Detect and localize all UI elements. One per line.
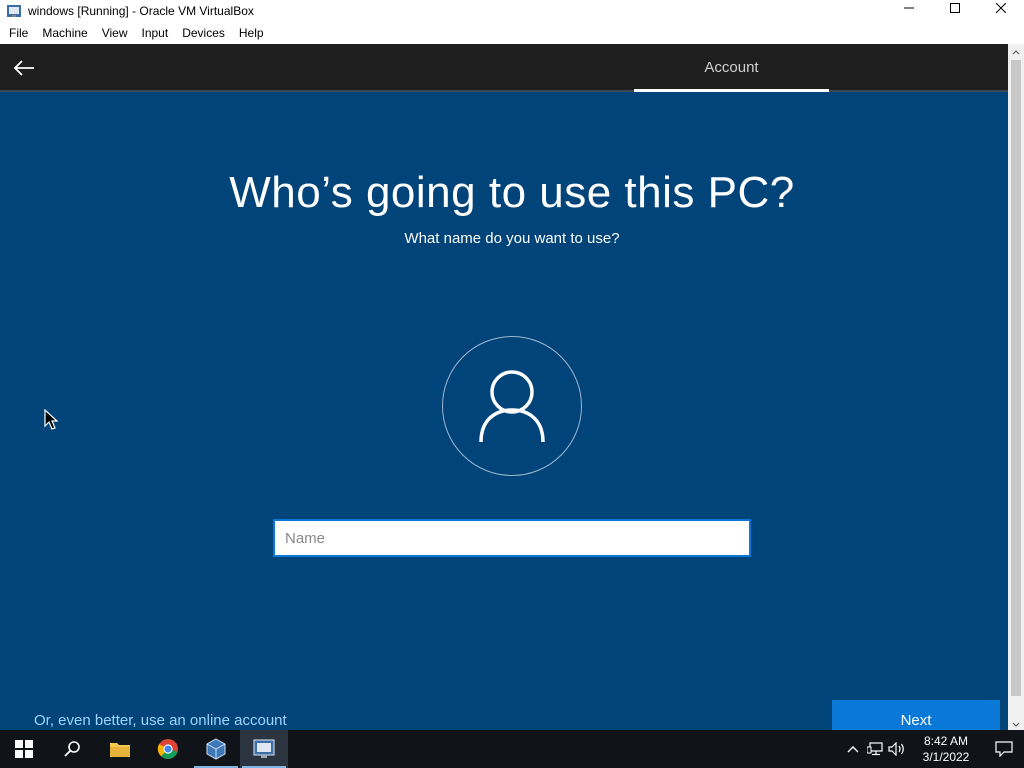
online-account-link[interactable]: Or, even better, use an online account	[34, 712, 287, 729]
avatar	[442, 336, 582, 476]
window-controls	[886, 0, 1024, 22]
back-button[interactable]	[8, 54, 40, 82]
search-button[interactable]	[48, 730, 96, 768]
clock-time: 8:42 AM	[923, 734, 969, 748]
name-input[interactable]	[273, 519, 751, 557]
back-arrow-icon	[13, 60, 34, 76]
window-title: windows [Running] - Oracle VM VirtualBox	[28, 4, 254, 18]
minimize-button[interactable]	[886, 0, 932, 16]
virtualbox-vm-button[interactable]	[240, 730, 288, 768]
menu-help[interactable]: Help	[232, 22, 271, 44]
maximize-icon	[950, 3, 960, 13]
scroll-up-icon[interactable]	[1011, 47, 1021, 57]
notification-icon	[995, 741, 1013, 757]
user-icon	[479, 370, 545, 443]
vm-display[interactable]: Account Who’s going to use this PC? What…	[0, 44, 1008, 734]
oobe-header	[0, 44, 1008, 90]
show-hidden-icons-button[interactable]	[842, 730, 864, 768]
close-button[interactable]	[978, 0, 1024, 16]
maximize-button[interactable]	[932, 0, 978, 16]
tab-account-underline	[634, 89, 829, 92]
mouse-cursor-icon	[44, 408, 59, 436]
title-bar: windows [Running] - Oracle VM VirtualBox	[0, 0, 1024, 22]
scrollbar-thumb[interactable]	[1011, 60, 1021, 696]
system-tray: 8:42 AM 3/1/2022	[842, 730, 1024, 768]
volume-icon	[888, 742, 904, 756]
taskbar: 8:42 AM 3/1/2022	[0, 730, 1024, 768]
volume-button[interactable]	[886, 730, 908, 768]
virtualbox-vm-icon	[253, 739, 275, 758]
start-icon	[15, 740, 33, 758]
start-button[interactable]	[0, 730, 48, 768]
file-explorer-button[interactable]	[96, 730, 144, 768]
close-icon	[996, 3, 1006, 13]
virtualbox-window: windows [Running] - Oracle VM VirtualBox…	[0, 0, 1024, 768]
menu-input[interactable]: Input	[135, 22, 176, 44]
chrome-icon	[157, 739, 178, 759]
file-explorer-icon	[110, 743, 130, 757]
window-scrollbar[interactable]	[1008, 44, 1024, 734]
menu-machine[interactable]: Machine	[35, 22, 94, 44]
menu-view[interactable]: View	[95, 22, 135, 44]
network-button[interactable]	[864, 730, 886, 768]
virtualbox-manager-button[interactable]	[192, 730, 240, 768]
page-title: Who’s going to use this PC?	[229, 168, 795, 217]
header-divider	[0, 90, 1008, 92]
clock-date: 3/1/2022	[922, 750, 970, 764]
page-subtitle: What name do you want to use?	[404, 230, 620, 247]
search-icon	[64, 741, 80, 757]
chrome-button[interactable]	[144, 730, 192, 768]
menu-file[interactable]: File	[2, 22, 35, 44]
menu-devices[interactable]: Devices	[175, 22, 232, 44]
action-center-button[interactable]	[984, 730, 1024, 768]
clock[interactable]: 8:42 AM 3/1/2022	[908, 733, 984, 765]
network-icon	[867, 742, 883, 756]
virtualbox-icon	[206, 738, 226, 760]
tab-account: Account	[704, 58, 759, 76]
virtualbox-app-icon	[7, 5, 21, 17]
scroll-down-icon[interactable]	[1011, 720, 1021, 730]
chevron-up-icon	[847, 746, 859, 753]
minimize-icon	[904, 7, 914, 9]
menu-bar: File Machine View Input Devices Help	[0, 22, 1024, 44]
next-button[interactable]: Next	[832, 700, 1000, 734]
